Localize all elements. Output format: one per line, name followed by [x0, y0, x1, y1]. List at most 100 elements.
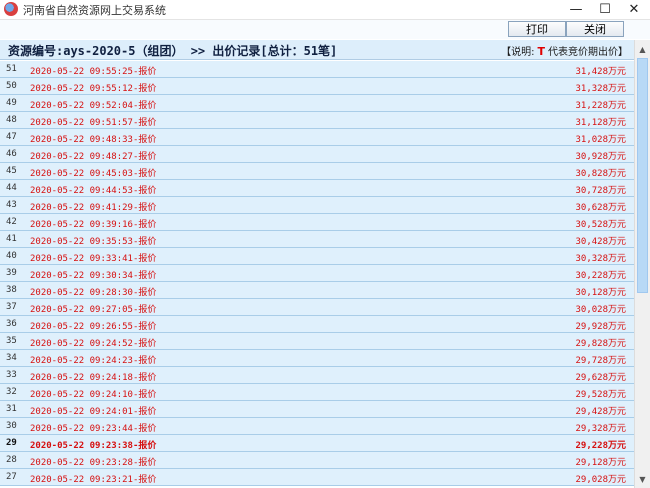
bid-row: 43 2020-05-22 09:41:29-报价 30,628万元: [0, 197, 634, 214]
bid-row: 37 2020-05-22 09:27:05-报价 30,028万元: [0, 299, 634, 316]
bid-number: 46: [6, 149, 17, 159]
bid-time: 2020-05-22 09:23:21-报价: [30, 475, 157, 485]
bid-price: 30,728万元: [575, 186, 626, 196]
resource-summary: 资源编号:ays-2020-5（组团） >> 出价记录[总计：51笔]: [8, 44, 338, 58]
bid-price: 30,828万元: [575, 169, 626, 179]
bid-number: 33: [6, 370, 17, 380]
toolbar: 打印 关闭: [0, 20, 650, 39]
bid-row: 28 2020-05-22 09:23:28-报价 29,128万元: [0, 452, 634, 469]
bid-number: 51: [6, 64, 17, 74]
bid-price: 31,328万元: [575, 84, 626, 94]
bid-price: 29,928万元: [575, 322, 626, 332]
bid-price: 29,028万元: [575, 475, 626, 485]
bid-price: 29,828万元: [575, 339, 626, 349]
bid-time: 2020-05-22 09:23:38-报价: [30, 441, 157, 451]
close-window-button[interactable]: ✕: [620, 0, 648, 19]
bid-record-header: 资源编号:ays-2020-5（组团） >> 出价记录[总计：51笔] 【说明:…: [0, 40, 634, 60]
bid-time: 2020-05-22 09:35:53-报价: [30, 237, 157, 247]
bid-row: 48 2020-05-22 09:51:57-报价 31,128万元: [0, 112, 634, 129]
bid-price: 30,628万元: [575, 203, 626, 213]
bid-number: 27: [6, 472, 17, 482]
bid-number: 48: [6, 115, 17, 125]
bid-number: 47: [6, 132, 17, 142]
bid-row: 45 2020-05-22 09:45:03-报价 30,828万元: [0, 163, 634, 180]
close-button[interactable]: 关闭: [566, 21, 624, 37]
bid-row: 42 2020-05-22 09:39:16-报价 30,528万元: [0, 214, 634, 231]
bid-period-mark-icon: T: [537, 45, 545, 58]
bid-row: 51 2020-05-22 09:55:25-报价 31,428万元: [0, 61, 634, 78]
bid-time: 2020-05-22 09:24:23-报价: [30, 356, 157, 366]
bid-row: 32 2020-05-22 09:24:10-报价 29,528万元: [0, 384, 634, 401]
bid-row: 33 2020-05-22 09:24:18-报价 29,628万元: [0, 367, 634, 384]
bid-price: 30,228万元: [575, 271, 626, 281]
bid-time: 2020-05-22 09:33:41-报价: [30, 254, 157, 264]
bid-price: 31,228万元: [575, 101, 626, 111]
bid-row: 38 2020-05-22 09:28:30-报价 30,128万元: [0, 282, 634, 299]
bid-time: 2020-05-22 09:27:05-报价: [30, 305, 157, 315]
bid-number: 32: [6, 387, 17, 397]
scroll-down-icon[interactable]: ▼: [635, 471, 650, 487]
bid-number: 31: [6, 404, 17, 414]
bid-time: 2020-05-22 09:26:55-报价: [30, 322, 157, 332]
bid-time: 2020-05-22 09:48:27-报价: [30, 152, 157, 162]
bid-row: 31 2020-05-22 09:24:01-报价 29,428万元: [0, 401, 634, 418]
bid-time: 2020-05-22 09:45:03-报价: [30, 169, 157, 179]
app-logo-icon: [4, 2, 18, 16]
bid-row: 29 2020-05-22 09:23:38-报价 29,228万元: [0, 435, 634, 452]
bid-row: 34 2020-05-22 09:24:23-报价 29,728万元: [0, 350, 634, 367]
bid-price: 29,328万元: [575, 424, 626, 434]
scroll-thumb[interactable]: [637, 58, 648, 293]
window-title: 河南省自然资源网上交易系统: [23, 4, 166, 17]
bid-price: 30,928万元: [575, 152, 626, 162]
bid-number: 45: [6, 166, 17, 176]
legend-suffix: 代表竞价期出价】: [548, 47, 628, 58]
bid-price: 31,428万元: [575, 67, 626, 77]
bid-number: 38: [6, 285, 17, 295]
bid-row: 47 2020-05-22 09:48:33-报价 31,028万元: [0, 129, 634, 146]
scroll-up-icon[interactable]: ▲: [635, 41, 650, 57]
bid-row: 36 2020-05-22 09:26:55-报价 29,928万元: [0, 316, 634, 333]
legend-prefix: 【说明:: [501, 47, 535, 58]
bid-number: 49: [6, 98, 17, 108]
bid-number: 43: [6, 200, 17, 210]
title-bar: 河南省自然资源网上交易系统 — ☐ ✕: [0, 0, 650, 20]
bid-number: 37: [6, 302, 17, 312]
minimize-button[interactable]: —: [562, 0, 590, 19]
bid-time: 2020-05-22 09:51:57-报价: [30, 118, 157, 128]
bid-price: 29,728万元: [575, 356, 626, 366]
bid-time: 2020-05-22 09:23:28-报价: [30, 458, 157, 468]
bid-number: 42: [6, 217, 17, 227]
bid-row: 49 2020-05-22 09:52:04-报价 31,228万元: [0, 95, 634, 112]
bid-number: 39: [6, 268, 17, 278]
bid-price: 30,328万元: [575, 254, 626, 264]
bid-row: 46 2020-05-22 09:48:27-报价 30,928万元: [0, 146, 634, 163]
bid-list[interactable]: 51 2020-05-22 09:55:25-报价 31,428万元 50 2020-0…: [0, 61, 634, 488]
bid-time: 2020-05-22 09:52:04-报价: [30, 101, 157, 111]
bid-price: 30,528万元: [575, 220, 626, 230]
bid-row: 50 2020-05-22 09:55:12-报价 31,328万元: [0, 78, 634, 95]
bid-time: 2020-05-22 09:41:29-报价: [30, 203, 157, 213]
bid-row: 40 2020-05-22 09:33:41-报价 30,328万元: [0, 248, 634, 265]
bid-time: 2020-05-22 09:24:10-报价: [30, 390, 157, 400]
bid-time: 2020-05-22 09:48:33-报价: [30, 135, 157, 145]
bid-number: 30: [6, 421, 17, 431]
maximize-button[interactable]: ☐: [591, 0, 619, 19]
bid-time: 2020-05-22 09:55:25-报价: [30, 67, 157, 77]
bid-time: 2020-05-22 09:44:53-报价: [30, 186, 157, 196]
bid-number: 28: [6, 455, 17, 465]
bid-row: 44 2020-05-22 09:44:53-报价 30,728万元: [0, 180, 634, 197]
bid-price: 31,128万元: [575, 118, 626, 128]
bid-number: 44: [6, 183, 17, 193]
vertical-scrollbar[interactable]: ▲ ▼: [634, 40, 650, 488]
bid-price: 29,628万元: [575, 373, 626, 383]
bid-price: 29,428万元: [575, 407, 626, 417]
bid-price: 31,028万元: [575, 135, 626, 145]
bid-row: 39 2020-05-22 09:30:34-报价 30,228万元: [0, 265, 634, 282]
print-button[interactable]: 打印: [508, 21, 566, 37]
bid-time: 2020-05-22 09:24:52-报价: [30, 339, 157, 349]
bid-price: 30,428万元: [575, 237, 626, 247]
bid-time: 2020-05-22 09:55:12-报价: [30, 84, 157, 94]
bid-row: 27 2020-05-22 09:23:21-报价 29,028万元: [0, 469, 634, 486]
bid-number: 41: [6, 234, 17, 244]
bid-time: 2020-05-22 09:30:34-报价: [30, 271, 157, 281]
